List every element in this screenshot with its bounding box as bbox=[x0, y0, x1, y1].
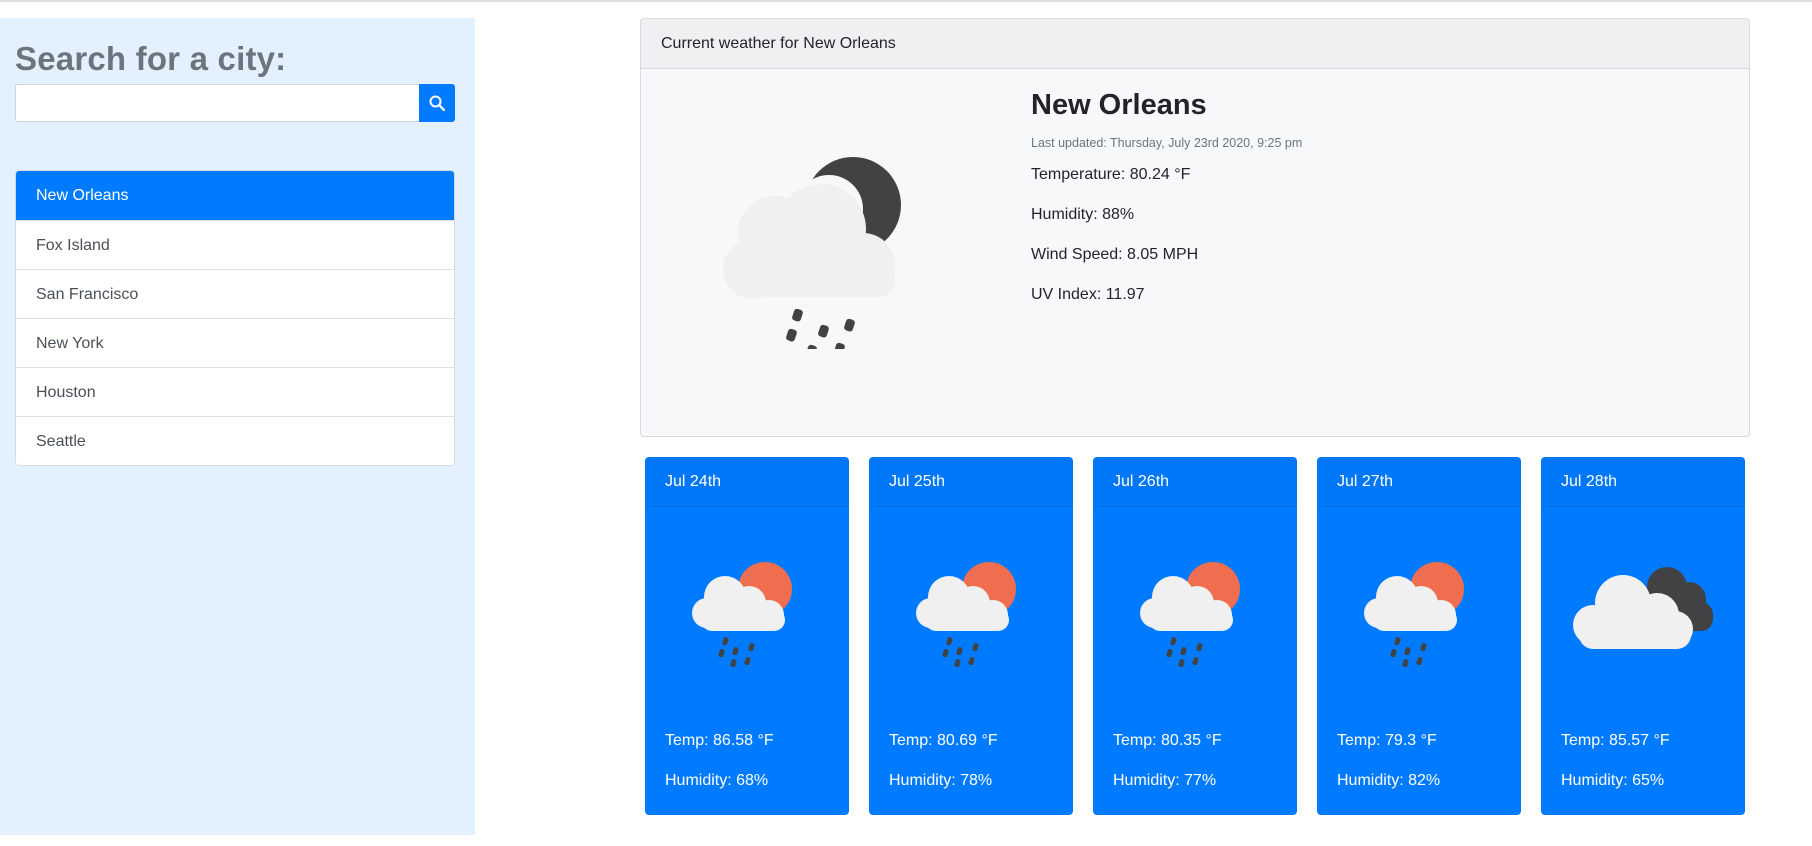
forecast-humidity: Humidity: 77% bbox=[1113, 772, 1217, 789]
sun-rain-icon bbox=[1137, 557, 1253, 672]
search-title: Search for a city: bbox=[15, 40, 287, 77]
sun-rain-icon bbox=[1361, 557, 1477, 672]
forecast-humidity: Humidity: 68% bbox=[665, 772, 769, 789]
forecast-date: Jul 25th bbox=[869, 457, 1073, 507]
clouds-icon bbox=[1571, 563, 1715, 664]
forecast-date: Jul 27th bbox=[1317, 457, 1521, 507]
forecast-humidity: Humidity: 82% bbox=[1337, 772, 1441, 789]
current-weather-card: Current weather for New Orleans New Orle… bbox=[640, 18, 1750, 437]
city-item-san-francisco[interactable]: San Francisco bbox=[16, 269, 454, 318]
forecast-card: Jul 26th Temp: 80.35 °F Humidity: 77% bbox=[1093, 457, 1297, 815]
current-weather-header: Current weather for New Orleans bbox=[641, 19, 1749, 69]
forecast-temp: Temp: 79.3 °F bbox=[1337, 732, 1437, 749]
forecast-card: Jul 28th Temp: 85.57 °F Humidity: 65% bbox=[1541, 457, 1745, 815]
search-button[interactable] bbox=[419, 84, 455, 122]
city-item-new-york[interactable]: New York bbox=[16, 318, 454, 367]
sidebar: Search for a city: New Orleans Fox Islan… bbox=[0, 18, 475, 835]
forecast-date: Jul 24th bbox=[645, 457, 849, 507]
forecast-temp: Temp: 80.69 °F bbox=[889, 732, 998, 749]
forecast-card: Jul 25th Temp: 80.69 °F Humidity: 78% bbox=[869, 457, 1073, 815]
top-divider bbox=[0, 0, 1812, 2]
forecast-date: Jul 28th bbox=[1541, 457, 1745, 507]
forecast-humidity: Humidity: 78% bbox=[889, 772, 993, 789]
forecast-date: Jul 26th bbox=[1093, 457, 1297, 507]
search-input[interactable] bbox=[15, 84, 419, 122]
temperature-text: Temperature: 80.24 °F bbox=[1031, 166, 1191, 183]
wind-speed-text: Wind Speed: 8.05 MPH bbox=[1031, 246, 1199, 263]
city-item-seattle[interactable]: Seattle bbox=[16, 416, 454, 465]
humidity-text: Humidity: 88% bbox=[1031, 206, 1135, 223]
current-city-name: New Orleans bbox=[1031, 89, 1207, 121]
uv-index-text: UV Index: 11.97 bbox=[1031, 286, 1145, 303]
forecast-card: Jul 27th Temp: 79.3 °F Humidity: 82% bbox=[1317, 457, 1521, 815]
forecast-card: Jul 24th Temp: 86.58 °F Humidity: 68% bbox=[645, 457, 849, 815]
current-weather-details: New Orleans Last updated: Thursday, July… bbox=[1031, 89, 1302, 325]
city-item-fox-island[interactable]: Fox Island bbox=[16, 220, 454, 269]
sun-rain-icon bbox=[689, 557, 805, 672]
last-updated-text: Last updated: Thursday, July 23rd 2020, … bbox=[1031, 136, 1303, 150]
forecast-temp: Temp: 86.58 °F bbox=[665, 732, 774, 749]
city-item-new-orleans[interactable]: New Orleans bbox=[16, 171, 454, 220]
city-item-houston[interactable]: Houston bbox=[16, 367, 454, 416]
city-history-list: New Orleans Fox Island San Francisco New… bbox=[15, 170, 455, 466]
forecast-temp: Temp: 85.57 °F bbox=[1561, 732, 1670, 749]
search-icon bbox=[429, 95, 445, 111]
search-bar bbox=[15, 84, 455, 122]
forecast-temp: Temp: 80.35 °F bbox=[1113, 732, 1222, 749]
night-rain-icon bbox=[721, 149, 921, 358]
sun-rain-icon bbox=[913, 557, 1029, 672]
forecast-humidity: Humidity: 65% bbox=[1561, 772, 1665, 789]
